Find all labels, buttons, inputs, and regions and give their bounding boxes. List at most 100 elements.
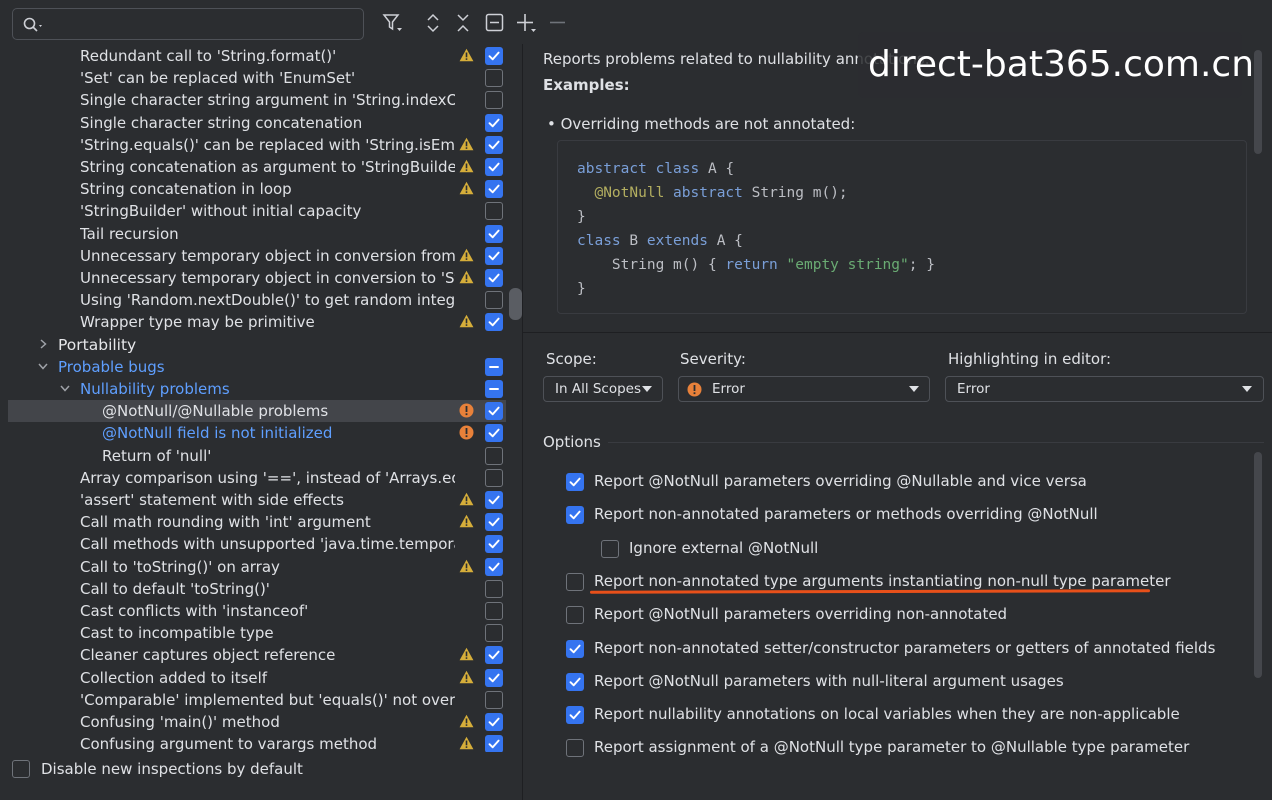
- tree-row[interactable]: Cast to incompatible type: [0, 622, 510, 644]
- tree-row[interactable]: Using 'Random.nextDouble()' to get rando…: [0, 289, 510, 311]
- inspection-checkbox[interactable]: [485, 357, 503, 376]
- inspection-checkbox[interactable]: [485, 69, 503, 88]
- inspection-checkbox[interactable]: [485, 624, 503, 643]
- warning-icon: [459, 270, 474, 284]
- inspection-checkbox[interactable]: [485, 535, 503, 554]
- inspection-checkbox[interactable]: [485, 246, 503, 265]
- tree-row[interactable]: Confusing 'main()' method: [0, 711, 510, 733]
- inspection-checkbox[interactable]: [485, 291, 503, 310]
- tree-row[interactable]: Cleaner captures object reference: [0, 644, 510, 666]
- tree-row[interactable]: Call to 'toString()' on array: [0, 556, 510, 578]
- inspection-checkbox[interactable]: [485, 491, 503, 509]
- expand-all-icon[interactable]: [422, 12, 444, 34]
- inspection-checkbox[interactable]: [485, 269, 503, 287]
- reset-icon[interactable]: [484, 12, 506, 34]
- inspection-tree[interactable]: Redundant call to 'String.format()' 'Set'…: [0, 44, 510, 752]
- tree-row[interactable]: 'StringBuilder' without initial capacity: [0, 200, 510, 222]
- tree-row[interactable]: String concatenation in loop: [0, 178, 510, 200]
- option-checkbox[interactable]: [566, 606, 584, 625]
- description-scrollbar[interactable]: [1254, 50, 1262, 154]
- option-checkbox[interactable]: [601, 539, 619, 558]
- tree-row[interactable]: Call to default 'toString()': [0, 578, 510, 600]
- inspection-checkbox[interactable]: [485, 424, 503, 443]
- tree-row[interactable]: Portability: [0, 334, 510, 356]
- options-scrollbar[interactable]: [1254, 452, 1262, 678]
- highlight-underline: [589, 589, 1151, 594]
- option-checkbox[interactable]: [566, 572, 584, 591]
- tree-row[interactable]: Unnecessary temporary object in conversi…: [0, 245, 510, 267]
- warning-icon: [459, 736, 474, 750]
- tree-row[interactable]: Collection added to itself: [0, 667, 510, 689]
- tree-row[interactable]: Probable bugs: [0, 356, 510, 378]
- tree-row[interactable]: Tail recursion: [0, 223, 510, 245]
- tree-row[interactable]: @NotNull field is not initialized: [0, 422, 510, 444]
- tree-row[interactable]: Return of 'null': [0, 445, 510, 467]
- tree-row[interactable]: Redundant call to 'String.format()': [0, 45, 510, 67]
- inspection-checkbox[interactable]: [485, 313, 503, 332]
- inspection-checkbox[interactable]: [485, 180, 503, 199]
- tree-row[interactable]: Cast conflicts with 'instanceof': [0, 600, 510, 622]
- tree-row[interactable]: Nullability problems: [0, 378, 510, 400]
- inspection-checkbox[interactable]: [485, 713, 503, 731]
- tree-row[interactable]: Wrapper type may be primitive: [0, 311, 510, 333]
- tree-row[interactable]: 'Comparable' implemented but 'equals()' …: [0, 689, 510, 711]
- inspection-checkbox[interactable]: [485, 668, 503, 687]
- inspection-checkbox[interactable]: [485, 402, 503, 421]
- option-checkbox[interactable]: [566, 506, 584, 525]
- disable-new-inspections-checkbox[interactable]: [12, 760, 30, 778]
- remove-icon[interactable]: [547, 12, 569, 34]
- highlight-select[interactable]: Error: [945, 376, 1264, 402]
- inspection-checkbox[interactable]: [485, 158, 503, 176]
- tree-row[interactable]: 'assert' statement with side effects: [0, 489, 510, 511]
- inspection-checkbox[interactable]: [485, 468, 503, 487]
- inspection-checkbox[interactable]: [485, 735, 503, 752]
- inspection-checkbox[interactable]: [485, 47, 503, 65]
- code-token: @NotNull: [577, 185, 665, 201]
- error-icon: [459, 425, 474, 440]
- filter-icon[interactable]: [382, 12, 404, 34]
- tree-row-label: @NotNull/@Nullable problems: [102, 402, 329, 421]
- tree-row[interactable]: Single character string argument in 'Str…: [0, 89, 510, 111]
- option-checkbox[interactable]: [566, 739, 584, 758]
- inspection-checkbox[interactable]: [485, 602, 503, 620]
- tree-row[interactable]: 'String.equals()' can be replaced with '…: [0, 134, 510, 156]
- collapse-all-icon[interactable]: [452, 12, 474, 34]
- search-input[interactable]: [12, 8, 364, 40]
- pane-divider[interactable]: [522, 44, 523, 800]
- chevron-right-icon[interactable]: [36, 337, 50, 351]
- tree-row[interactable]: @NotNull/@Nullable problems: [8, 400, 506, 423]
- tree-row[interactable]: Unnecessary temporary object in conversi…: [0, 267, 510, 289]
- chevron-down-icon[interactable]: [36, 359, 50, 373]
- inspection-checkbox[interactable]: [485, 579, 503, 598]
- tree-row[interactable]: String concatenation as argument to 'Str…: [0, 156, 510, 178]
- chevron-down-icon[interactable]: [58, 381, 72, 395]
- tree-row[interactable]: Call methods with unsupported 'java.time…: [0, 533, 510, 555]
- tree-row[interactable]: Single character string concatenation: [0, 112, 510, 134]
- inspection-checkbox[interactable]: [485, 690, 503, 709]
- inspection-checkbox[interactable]: [485, 513, 503, 532]
- inspection-checkbox[interactable]: [485, 224, 503, 243]
- scope-select[interactable]: In All Scopes: [543, 376, 663, 402]
- inspection-checkbox[interactable]: [485, 91, 503, 110]
- option-checkbox[interactable]: [566, 473, 584, 491]
- tree-row[interactable]: Array comparison using '==', instead of …: [0, 467, 510, 489]
- option-checkbox[interactable]: [566, 639, 584, 658]
- tree-row[interactable]: Confusing argument to varargs method: [0, 733, 510, 752]
- description-divider[interactable]: [523, 332, 1272, 333]
- option-checkbox[interactable]: [566, 672, 584, 691]
- inspection-checkbox[interactable]: [485, 202, 503, 221]
- severity-select[interactable]: Error: [678, 376, 930, 402]
- option-checkbox[interactable]: [566, 706, 584, 725]
- inspection-checkbox[interactable]: [485, 446, 503, 465]
- tree-scrollbar[interactable]: [509, 288, 522, 320]
- warning-icon: [459, 48, 474, 62]
- add-icon[interactable]: [515, 12, 537, 34]
- tree-row[interactable]: 'Set' can be replaced with 'EnumSet': [0, 67, 510, 89]
- inspection-checkbox[interactable]: [485, 135, 503, 154]
- tree-row-label: Single character string concatenation: [80, 113, 363, 132]
- inspection-checkbox[interactable]: [485, 557, 503, 576]
- tree-row[interactable]: Call math rounding with 'int' argument: [0, 511, 510, 533]
- inspection-checkbox[interactable]: [485, 113, 503, 132]
- inspection-checkbox[interactable]: [485, 646, 503, 665]
- inspection-checkbox[interactable]: [485, 380, 503, 398]
